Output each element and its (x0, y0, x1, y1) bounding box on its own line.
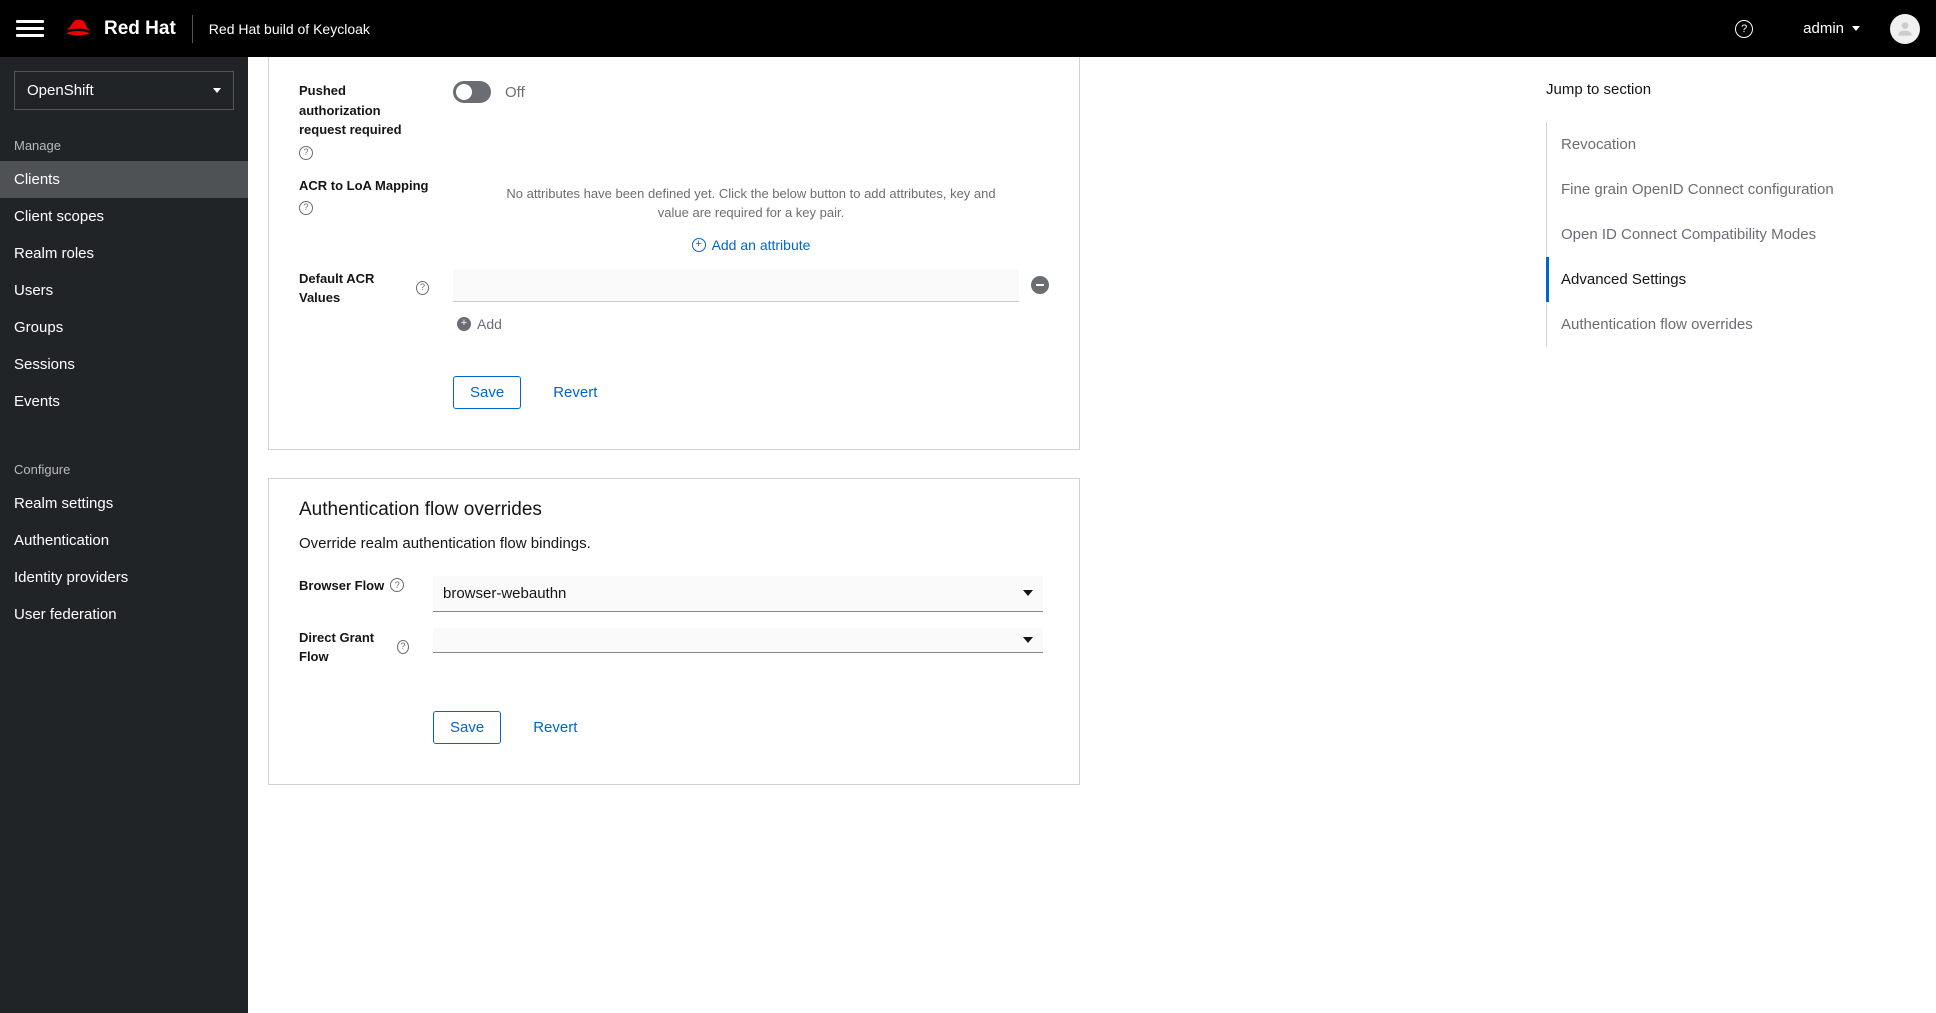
sidebar-item-groups[interactable]: Groups (0, 309, 248, 346)
nav-section-manage: Manage (0, 124, 248, 161)
avatar[interactable] (1890, 14, 1920, 44)
sidebar-nav: OpenShift Manage Clients Client scopes R… (0, 57, 248, 1013)
help-icon[interactable]: ? (1735, 20, 1753, 38)
caret-down-icon (1852, 26, 1860, 31)
auth-flow-overrides-card: Authentication flow overrides Override r… (268, 478, 1080, 785)
jump-list: Revocation Fine grain OpenID Connect con… (1546, 122, 1906, 347)
user-name: admin (1803, 20, 1844, 37)
brand-name: Red Hat (104, 18, 176, 40)
acr-loa-label: ACR to LoA Mapping ? (299, 176, 429, 216)
brand-logo: Red Hat (62, 17, 176, 41)
remove-value-button[interactable] (1031, 276, 1049, 294)
app-header: Red Hat Red Hat build of Keycloak ? admi… (0, 0, 1936, 57)
plus-circle-icon: + (457, 317, 471, 331)
sidebar-item-realm-roles[interactable]: Realm roles (0, 235, 248, 272)
realm-selector-dropdown[interactable]: OpenShift (14, 71, 234, 110)
realm-name: OpenShift (27, 82, 94, 99)
browser-flow-value: browser-webauthn (443, 585, 566, 602)
user-icon (1895, 19, 1915, 39)
menu-toggle-button[interactable] (16, 15, 44, 43)
default-acr-row: Default ACR Values ? + Add (299, 269, 1049, 332)
save-button[interactable]: Save (453, 376, 521, 409)
plus-circle-icon: + (692, 238, 706, 252)
acr-loa-row: ACR to LoA Mapping ? No attributes have … (299, 176, 1049, 253)
pushed-auth-label: Pushed authorization request required ? (299, 81, 429, 160)
revert-button[interactable]: Revert (537, 376, 613, 409)
jump-to-section-nav: Jump to section Revocation Fine grain Op… (1516, 57, 1936, 1013)
default-acr-label: Default ACR Values ? (299, 269, 429, 308)
help-tooltip-icon[interactable]: ? (299, 146, 313, 160)
browser-flow-label: Browser Flow ? (299, 576, 409, 596)
jump-item-advanced-settings[interactable]: Advanced Settings (1547, 257, 1906, 302)
caret-down-icon (1023, 590, 1033, 596)
jump-item-auth-flow-overrides[interactable]: Authentication flow overrides (1547, 302, 1906, 347)
help-tooltip-icon[interactable]: ? (397, 640, 409, 654)
help-tooltip-icon[interactable]: ? (390, 578, 404, 592)
sidebar-item-realm-settings[interactable]: Realm settings (0, 485, 248, 522)
auth-flow-buttons-row: Save Revert (299, 683, 1049, 744)
sidebar-item-clients[interactable]: Clients (0, 161, 248, 198)
sidebar-item-identity-providers[interactable]: Identity providers (0, 559, 248, 596)
direct-grant-flow-select[interactable] (433, 628, 1043, 653)
add-attribute-button[interactable]: + Add an attribute (453, 237, 1049, 253)
pushed-auth-row: Pushed authorization request required ? … (299, 81, 1049, 160)
browser-flow-row: Browser Flow ? browser-webauthn (299, 576, 1049, 612)
advanced-buttons-row: Save Revert (299, 348, 1049, 409)
sidebar-item-users[interactable]: Users (0, 272, 248, 309)
direct-grant-flow-row: Direct Grant Flow ? (299, 628, 1049, 667)
toggle-off-label: Off (505, 84, 525, 101)
direct-grant-flow-label: Direct Grant Flow ? (299, 628, 409, 667)
section-description: Override realm authentication flow bindi… (299, 535, 1049, 552)
nav-section-configure: Configure (0, 448, 248, 485)
empty-attributes-text: No attributes have been defined yet. Cli… (453, 176, 1049, 231)
caret-down-icon (1023, 637, 1033, 643)
header-divider (192, 15, 193, 43)
default-acr-input[interactable] (453, 269, 1019, 302)
help-tooltip-icon[interactable]: ? (299, 201, 313, 215)
revert-button[interactable]: Revert (517, 711, 593, 744)
product-name: Red Hat build of Keycloak (209, 21, 370, 37)
section-title: Authentication flow overrides (299, 499, 1049, 521)
save-button[interactable]: Save (433, 711, 501, 744)
jump-item-revocation[interactable]: Revocation (1547, 122, 1906, 167)
caret-down-icon (213, 88, 221, 93)
user-menu-dropdown[interactable]: admin (1803, 20, 1860, 37)
browser-flow-select[interactable]: browser-webauthn (433, 576, 1043, 612)
jump-title: Jump to section (1546, 81, 1906, 98)
jump-item-oidc-compat[interactable]: Open ID Connect Compatibility Modes (1547, 212, 1906, 257)
sidebar-item-user-federation[interactable]: User federation (0, 596, 248, 633)
sidebar-item-sessions[interactable]: Sessions (0, 346, 248, 383)
pushed-auth-toggle[interactable] (453, 81, 491, 103)
sidebar-item-events[interactable]: Events (0, 383, 248, 420)
redhat-icon (62, 17, 94, 41)
add-value-button[interactable]: + Add (457, 316, 1049, 332)
help-tooltip-icon[interactable]: ? (416, 281, 429, 295)
advanced-settings-card: Pushed authorization request required ? … (268, 57, 1080, 450)
sidebar-item-client-scopes[interactable]: Client scopes (0, 198, 248, 235)
sidebar-item-authentication[interactable]: Authentication (0, 522, 248, 559)
jump-item-fine-grain-oidc[interactable]: Fine grain OpenID Connect configuration (1547, 167, 1906, 212)
